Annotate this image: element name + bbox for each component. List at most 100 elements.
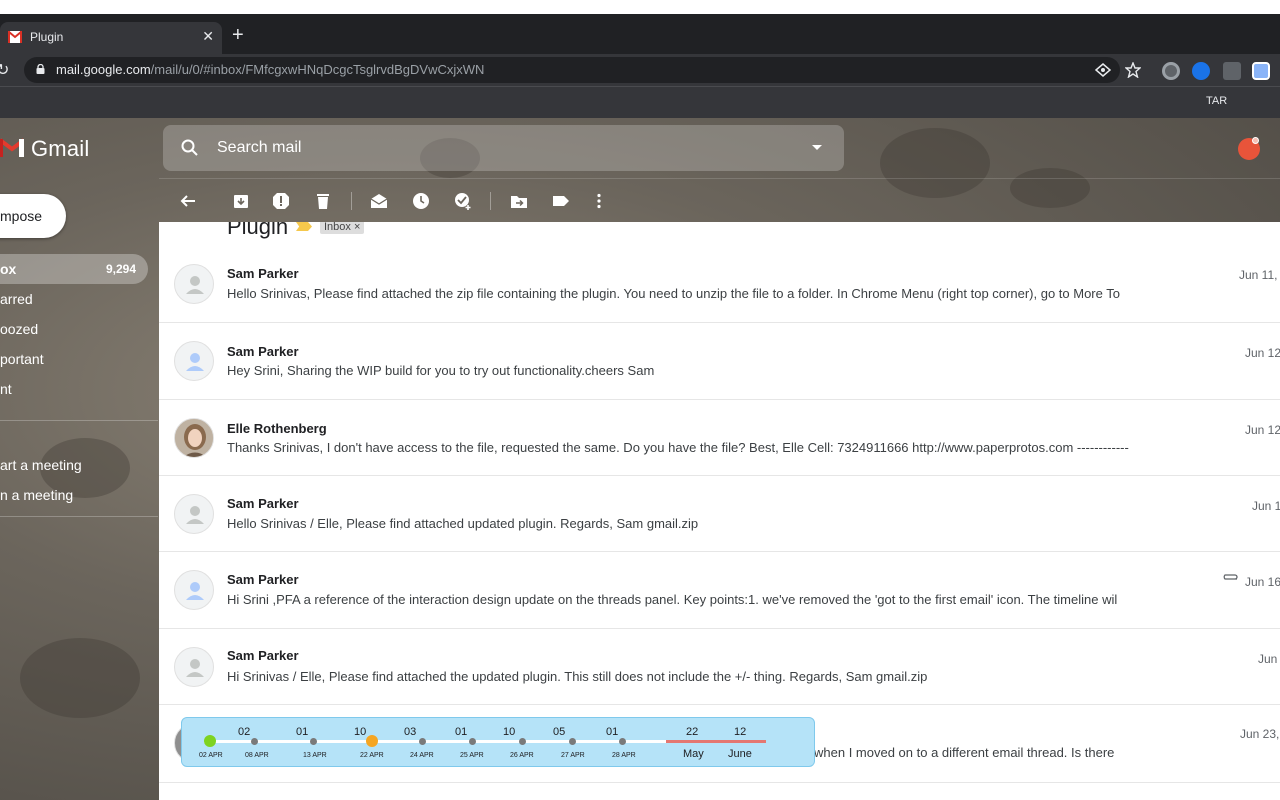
timeline-dot[interactable] (569, 738, 576, 745)
bookmark-item[interactable]: TAR (1206, 95, 1227, 107)
timeline-dot[interactable] (519, 738, 526, 745)
timeline-date: 28 APR (612, 752, 636, 759)
meet-start-meeting[interactable]: art a meeting (0, 450, 158, 480)
lock-icon (36, 64, 45, 74)
label-chip-remove-icon[interactable]: × (354, 222, 360, 233)
avatar (174, 570, 214, 610)
crater-decoration (880, 128, 990, 198)
timeline-dot[interactable] (419, 738, 426, 745)
meet-join-meeting[interactable]: n a meeting (0, 480, 158, 510)
sidebar-item-label: oozed (0, 321, 39, 337)
timeline-count: 03 (404, 726, 417, 738)
new-tab-icon[interactable]: + (232, 25, 244, 45)
timeline-dot-start[interactable] (204, 735, 216, 747)
sidebar-item-label: arred (0, 291, 33, 307)
timeline-date: 08 APR (245, 752, 269, 759)
tab-bar: Plugin ✕ + (0, 14, 1280, 54)
timeline-month-label[interactable]: June (728, 748, 752, 760)
reload-icon[interactable]: ↻ (0, 60, 9, 80)
timeline-dot[interactable] (469, 738, 476, 745)
important-marker-icon[interactable] (296, 222, 312, 231)
report-spam-icon[interactable] (272, 192, 290, 210)
timeline-month-count: 12 (734, 726, 747, 738)
back-arrow-icon[interactable] (179, 192, 197, 210)
sidebar-item-snoozed[interactable]: oozed (0, 314, 158, 344)
sidebar-item-important[interactable]: portant (0, 344, 158, 374)
snooze-clock-icon[interactable] (412, 192, 430, 210)
extension-hubspot-icon[interactable] (1223, 62, 1241, 80)
search-placeholder: Search mail (217, 139, 302, 156)
sidebar-item-sent[interactable]: nt (0, 374, 158, 404)
avatar (174, 418, 214, 458)
extension-search-icon[interactable] (1252, 62, 1270, 80)
person-icon (186, 276, 204, 294)
email-row[interactable]: Sam Parker Hey Srini, Sharing the WIP bu… (159, 323, 1280, 400)
thread-subject: Plugin (227, 222, 289, 239)
archive-icon[interactable] (232, 192, 250, 210)
delete-icon[interactable] (314, 192, 332, 210)
sidebar-divider (0, 420, 158, 421)
email-sender: Sam Parker (227, 266, 299, 281)
email-row[interactable]: Sam Parker Hi Srinivas / Elle, Please fi… (159, 629, 1280, 705)
timeline-month-count: 22 (686, 726, 699, 738)
timeline-dot[interactable] (251, 738, 258, 745)
email-sender: Elle Rothenberg (227, 421, 327, 436)
email-snippet: Hey Srini, Sharing the WIP build for you… (227, 363, 655, 378)
browser-tab[interactable]: Plugin ✕ (0, 22, 222, 54)
sidebar-item-inbox[interactable]: ox 9,294 (0, 254, 148, 284)
tab-close-icon[interactable]: ✕ (202, 28, 214, 45)
add-to-tasks-icon[interactable] (454, 192, 472, 210)
gmail-favicon-icon (8, 31, 22, 43)
move-to-icon[interactable] (510, 192, 528, 210)
timeline-dot[interactable] (310, 738, 317, 745)
gmail-logo-icon[interactable] (0, 136, 24, 160)
profile-photo-icon (175, 419, 213, 457)
star-icon[interactable] (1125, 62, 1141, 78)
email-sender: Sam Parker (227, 648, 299, 663)
timeline-date: 25 APR (460, 752, 484, 759)
search-input[interactable]: Search mail (163, 125, 844, 171)
email-snippet: Hi Srini ,PFA a reference of the interac… (227, 592, 1118, 607)
extension-record-icon[interactable] (1162, 62, 1180, 80)
timeline-date: 02 APR (199, 752, 223, 759)
timeline-month-bar (666, 740, 766, 743)
email-snippet: Hello Srinivas, Please find attached the… (227, 286, 1120, 301)
url-field[interactable]: mail.google.com/mail/u/0/#inbox/FMfcgxwH… (24, 57, 1120, 83)
url-text: mail.google.com/mail/u/0/#inbox/FMfcgxwH… (56, 62, 484, 77)
timeline-date: 24 APR (410, 752, 434, 759)
timeline-date: 27 APR (561, 752, 585, 759)
avatar (174, 264, 214, 304)
toolbar-separator (490, 192, 491, 210)
extension-check-icon[interactable] (1192, 62, 1210, 80)
email-sender: Sam Parker (227, 572, 299, 587)
timeline-dot-current[interactable] (366, 735, 378, 747)
email-date: Jun 1 (1252, 499, 1280, 513)
more-options-icon[interactable] (590, 192, 608, 210)
sidebar-item-label: n a meeting (0, 487, 74, 503)
eye-icon[interactable] (1095, 62, 1111, 78)
compose-button[interactable]: mpose (0, 194, 66, 238)
timeline-month-label[interactable]: May (683, 748, 704, 760)
gmail-wordmark[interactable]: Gmail (31, 136, 89, 162)
timeline-count: 02 (238, 726, 251, 738)
search-icon[interactable] (180, 138, 200, 158)
person-icon (186, 506, 204, 524)
window-top-strip (0, 0, 1280, 14)
sidebar-item-starred[interactable]: arred (0, 284, 158, 314)
email-row[interactable]: Sam Parker Hello Srinivas, Please find a… (159, 246, 1280, 323)
timeline-date: 22 APR (360, 752, 384, 759)
thread-timeline-plugin[interactable]: 02 02 APR 08 APR 01 13 APR 10 22 APR 03 … (181, 717, 815, 767)
email-snippet: when I moved on to a different email thr… (814, 745, 1115, 760)
search-options-chevron-down-icon[interactable] (812, 145, 822, 150)
sidebar-divider (0, 516, 158, 517)
toolbar-separator (351, 192, 352, 210)
label-icon[interactable] (552, 192, 570, 210)
email-row[interactable]: Sam Parker Hi Srini ,PFA a reference of … (159, 552, 1280, 629)
mark-unread-icon[interactable] (370, 192, 388, 210)
email-row[interactable]: Elle Rothenberg Thanks Srinivas, I don't… (159, 400, 1280, 476)
timeline-dot[interactable] (619, 738, 626, 745)
email-snippet: Thanks Srinivas, I don't have access to … (227, 440, 1129, 455)
email-row[interactable]: Sam Parker Hello Srinivas / Elle, Please… (159, 476, 1280, 552)
email-date: Jun 12 (1245, 423, 1280, 437)
email-sender: Sam Parker (227, 496, 299, 511)
